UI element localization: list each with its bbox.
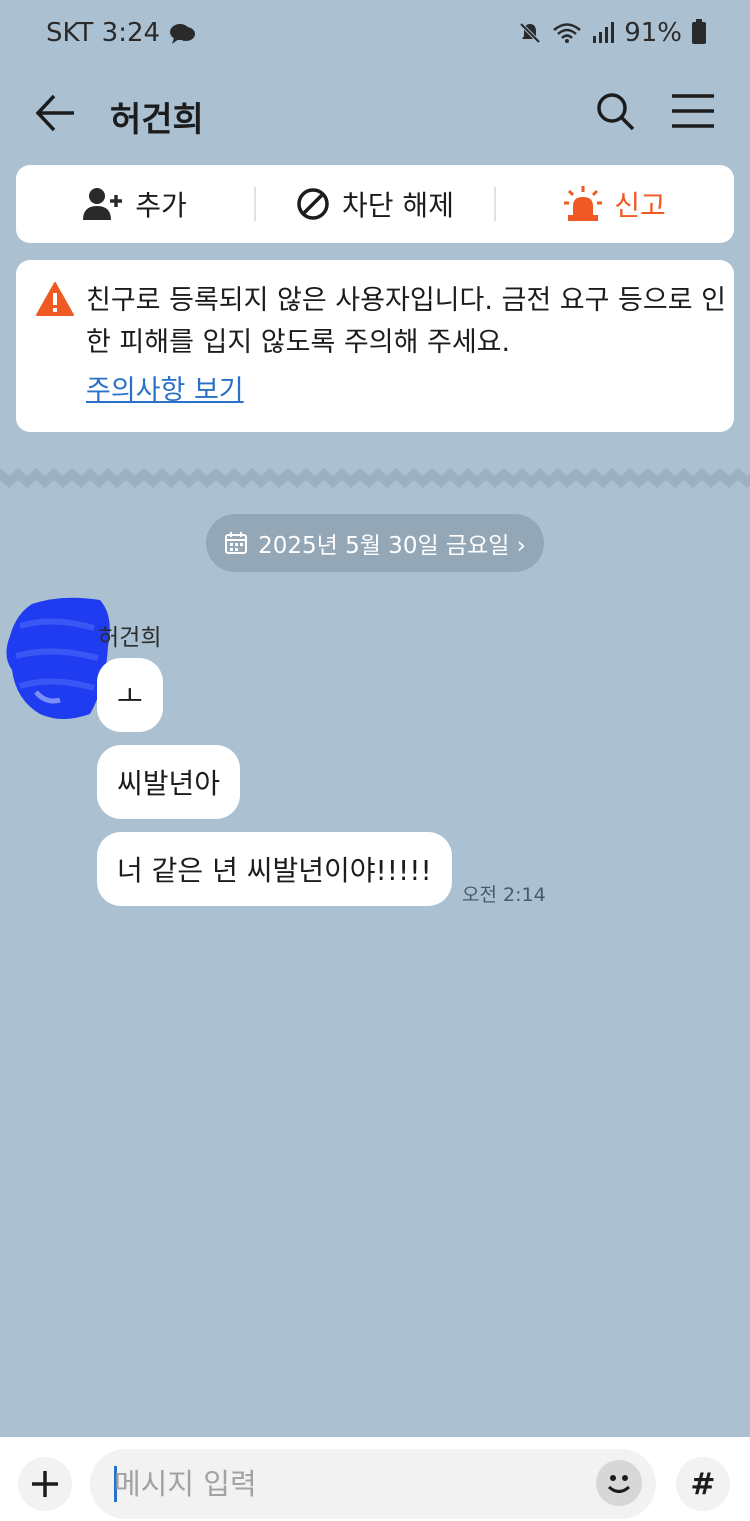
warning-card: 친구로 등록되지 않은 사용자입니다. 금전 요구 등으로 인한 피해를 입지 … xyxy=(16,260,734,432)
chat-header: 허건희 xyxy=(0,70,750,155)
message-text: ㅗ xyxy=(117,680,143,713)
sender-name: 허건희 xyxy=(98,625,162,651)
mute-icon xyxy=(519,22,541,44)
add-friend-button[interactable]: 추가 xyxy=(16,165,254,243)
back-button[interactable] xyxy=(30,88,80,138)
wifi-icon xyxy=(553,23,582,43)
unblock-button[interactable]: 차단 해제 xyxy=(256,165,494,243)
menu-button[interactable] xyxy=(668,88,718,134)
add-friend-label: 추가 xyxy=(135,189,187,222)
attach-button[interactable] xyxy=(18,1457,72,1511)
date-label: 2025년 5월 30일 금요일 › xyxy=(258,533,526,559)
search-button[interactable] xyxy=(592,88,638,134)
status-right: 91% xyxy=(518,18,706,48)
message-time: 오전 2:14 xyxy=(462,884,546,906)
signal-icon xyxy=(593,22,615,43)
add-user-icon xyxy=(83,188,123,220)
report-label: 신고 xyxy=(614,189,666,222)
battery-icon xyxy=(692,19,706,44)
hashtag-button[interactable]: # xyxy=(676,1457,730,1511)
precautions-link[interactable]: 주의사항 보기 xyxy=(86,370,244,412)
status-left: SKT 3:24 xyxy=(46,18,196,48)
hashtag-label: # xyxy=(690,1466,716,1502)
smiley-icon xyxy=(607,1475,631,1493)
siren-icon xyxy=(564,186,603,221)
message-bubble[interactable]: 씨발년아 xyxy=(97,745,241,819)
search-icon xyxy=(597,93,635,131)
emoji-button[interactable] xyxy=(596,1460,642,1506)
calendar-icon xyxy=(225,532,248,554)
warning-icon xyxy=(36,282,74,316)
message-input[interactable] xyxy=(114,1449,574,1519)
message-bubble[interactable]: 너 같은 년 씨발년이야!!!!! xyxy=(97,832,452,906)
message-text: 씨발년아 xyxy=(117,767,221,800)
hamburger-icon xyxy=(672,94,714,128)
battery-percent: 91% xyxy=(624,18,682,48)
avatar[interactable] xyxy=(2,596,112,722)
block-icon xyxy=(297,188,329,220)
chat-title: 허건희 xyxy=(110,100,204,140)
report-button[interactable]: 신고 xyxy=(496,165,734,243)
date-pill[interactable]: 2025년 5월 30일 금요일 › xyxy=(206,514,544,572)
unblock-label: 차단 해제 xyxy=(342,189,454,222)
plus-icon xyxy=(32,1471,58,1497)
status-bar: SKT 3:24 91% xyxy=(0,0,750,70)
message-bubble[interactable]: ㅗ xyxy=(97,658,163,732)
action-bar: 추가 차단 해제 신고 xyxy=(16,165,734,243)
carrier-time: SKT 3:24 xyxy=(46,18,161,48)
message-text: 너 같은 년 씨발년이야!!!!! xyxy=(117,854,432,887)
warning-text: 친구로 등록되지 않은 사용자입니다. 금전 요구 등으로 인한 피해를 입지 … xyxy=(86,285,726,358)
message-input-field[interactable] xyxy=(90,1449,656,1519)
chat-bubble-icon xyxy=(170,24,196,44)
history-divider xyxy=(0,468,750,488)
arrow-left-icon xyxy=(35,94,74,132)
